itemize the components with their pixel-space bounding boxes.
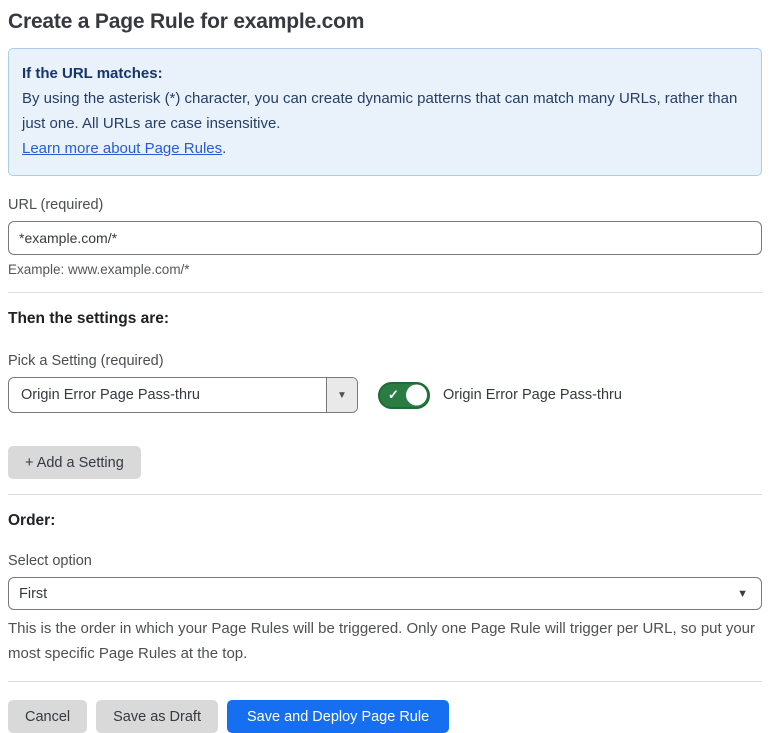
setting-toggle[interactable]: ✓ — [378, 381, 430, 409]
info-box-link-line: Learn more about Page Rules. — [22, 136, 745, 161]
link-period: . — [222, 140, 227, 157]
divider — [8, 681, 762, 682]
learn-more-link[interactable]: Learn more about Page Rules — [22, 140, 222, 157]
add-setting-button[interactable]: + Add a Setting — [8, 446, 141, 479]
pick-setting-label: Pick a Setting (required) — [8, 353, 164, 369]
divider — [8, 292, 762, 293]
setting-row: Origin Error Page Pass-thru ▼ ✓ Origin E… — [8, 377, 762, 413]
order-select-value: First — [19, 585, 48, 602]
order-section-heading: Order: — [8, 512, 56, 529]
page-title: Create a Page Rule for example.com — [8, 10, 365, 33]
setting-toggle-label: Origin Error Page Pass-thru — [443, 387, 622, 403]
url-example-hint: Example: www.example.com/* — [8, 262, 190, 277]
url-input[interactable] — [8, 221, 762, 255]
setting-select-arrow-button[interactable]: ▼ — [326, 378, 357, 412]
order-select[interactable]: First ▼ — [8, 577, 762, 610]
order-select-label: Select option — [8, 553, 92, 569]
setting-select[interactable]: Origin Error Page Pass-thru ▼ — [8, 377, 358, 413]
chevron-down-icon: ▼ — [737, 587, 748, 600]
check-icon: ✓ — [388, 387, 399, 403]
order-help-text: This is the order in which your Page Rul… — [8, 620, 756, 662]
create-page-rule-form: Create a Page Rule for example.com If th… — [0, 0, 770, 733]
info-box-heading: If the URL matches: — [22, 65, 163, 82]
save-and-deploy-button[interactable]: Save and Deploy Page Rule — [226, 700, 450, 733]
url-match-info-box: If the URL matches: By using the asteris… — [8, 48, 762, 176]
info-box-body: By using the asterisk (*) character, you… — [22, 90, 738, 132]
save-as-draft-button[interactable]: Save as Draft — [96, 700, 218, 733]
settings-section-heading: Then the settings are: — [8, 310, 170, 327]
divider — [8, 494, 762, 495]
chevron-down-icon: ▼ — [337, 389, 347, 401]
cancel-button[interactable]: Cancel — [8, 700, 88, 733]
footer-actions: Cancel Save as Draft Save and Deploy Pag… — [8, 700, 762, 733]
url-field-label: URL (required) — [8, 197, 104, 213]
setting-select-value: Origin Error Page Pass-thru — [21, 387, 200, 403]
toggle-knob — [406, 384, 427, 406]
